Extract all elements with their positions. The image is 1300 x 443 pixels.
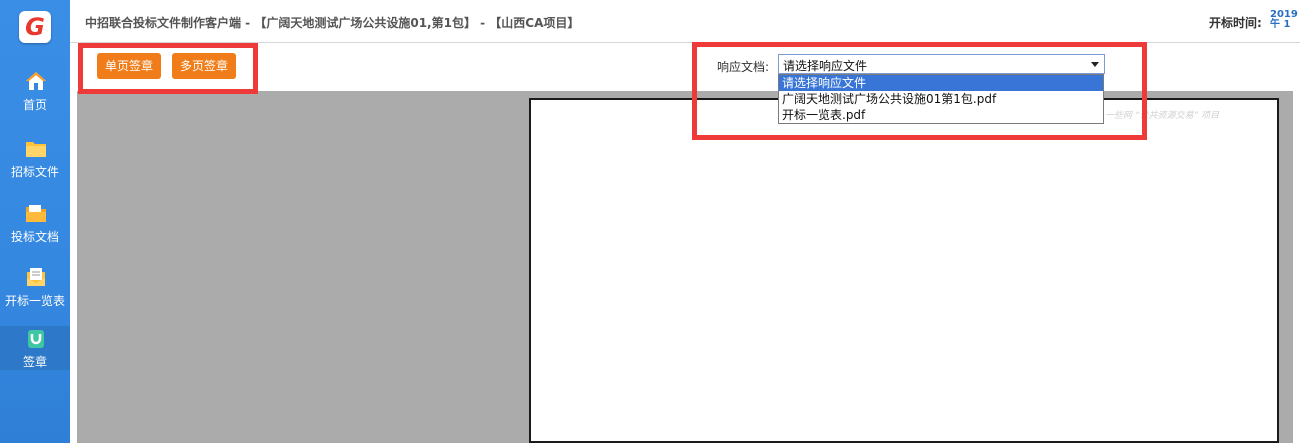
folder-open-icon [26,205,46,222]
sidebar-item-tender-docs[interactable]: 招标文件 [0,133,70,195]
response-doc-selected-value: 请选择响应文件 [783,59,868,73]
chevron-down-icon [1091,62,1099,67]
response-doc-dropdown: 请选择响应文件 广阔天地测试广场公共设施01第1包.pdf 开标一览表.pdf [778,74,1104,124]
response-doc-label: 响应文档: [717,60,770,74]
dropdown-option[interactable]: 开标一览表.pdf [779,107,1103,123]
open-time-label: 开标时间: [1209,16,1262,30]
folder-icon [26,142,46,157]
sidebar-item-home[interactable]: 首页 [0,66,70,128]
multi-page-sign-button[interactable]: 多页签章 [172,53,237,79]
header-bar: 中招联合投标文件制作客户端 - 【广阔天地测试广场公共设施01,第1包】 - 【… [70,0,1300,43]
app-logo: G [19,11,51,43]
document-watermark: 一些网 “公共资源交易” 项目 [1105,111,1220,121]
sidebar-item-label: 签章 [22,355,47,369]
sidebar-item-opening-list[interactable]: 开标一览表 [0,262,70,324]
open-time-value: 2019 午 1 [1270,10,1300,30]
sidebar-item-label: 开标一览表 [4,294,65,308]
sidebar-item-seal[interactable]: 签章 [0,326,70,370]
dropdown-option[interactable]: 广阔天地测试广场公共设施01第1包.pdf [779,91,1103,107]
sidebar-item-bid-docs[interactable]: 投标文档 [0,198,70,260]
seal-icon [28,330,44,348]
sidebar: G 首页 招标文件 投标文档 开标一览表 签章 [0,0,70,443]
document-page [529,98,1279,443]
envelope-icon [27,268,45,286]
dropdown-option[interactable]: 请选择响应文件 [779,75,1103,91]
logo-letter: G [25,13,45,41]
window-title: 中招联合投标文件制作客户端 - 【广阔天地测试广场公共设施01,第1包】 - 【… [85,16,580,30]
response-doc-select[interactable]: 请选择响应文件 [778,54,1105,74]
sidebar-item-label: 投标文档 [10,230,59,244]
home-icon [26,72,46,90]
sidebar-item-label: 招标文件 [10,165,59,179]
open-time-value-line2: 午 1 [1270,19,1291,30]
single-page-sign-button[interactable]: 单页签章 [97,53,162,79]
sidebar-item-label: 首页 [22,98,47,112]
